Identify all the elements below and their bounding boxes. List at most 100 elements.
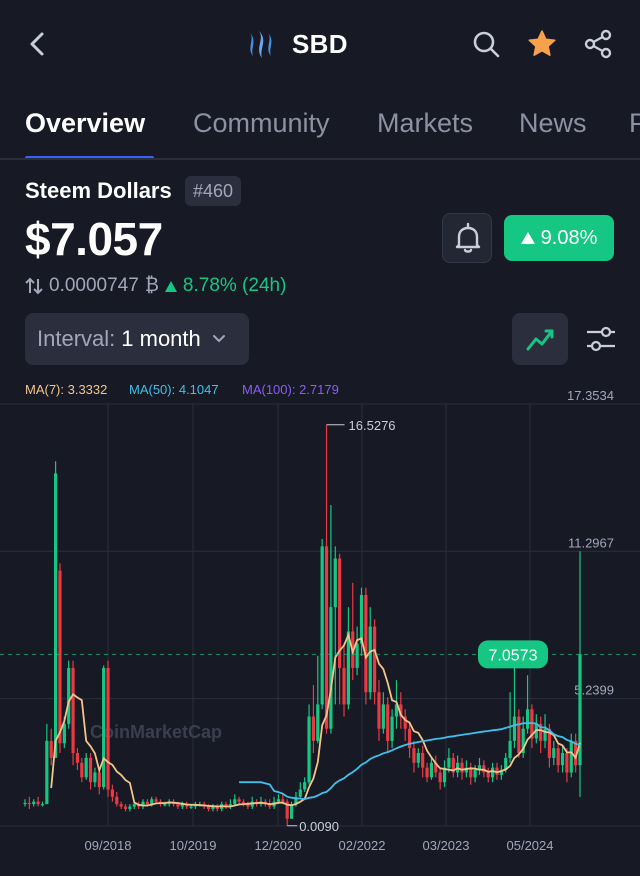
min-value-label: 0.0090 xyxy=(299,819,339,834)
search-icon[interactable] xyxy=(470,28,502,60)
candles-group xyxy=(23,424,582,826)
candle-body xyxy=(486,772,490,778)
candle-body xyxy=(407,728,412,749)
candle-body xyxy=(359,594,364,644)
candle-body xyxy=(425,767,429,778)
candle-body xyxy=(27,802,31,805)
candle-body xyxy=(32,801,36,805)
candle-body xyxy=(416,753,420,763)
line-chart-toggle[interactable] xyxy=(512,313,568,365)
chevron-left-icon[interactable] xyxy=(22,26,54,62)
candle-body xyxy=(556,748,560,766)
bell-icon xyxy=(455,222,481,253)
candle-body xyxy=(93,772,97,783)
candle-body xyxy=(233,799,237,805)
candle-body xyxy=(123,806,128,809)
candle-body xyxy=(281,799,285,802)
candle-body xyxy=(62,723,66,744)
chart-overlay: 7.0573 16.5276 0.0090 xyxy=(0,418,640,834)
triangle-up-icon xyxy=(164,280,177,292)
candle-body xyxy=(438,772,442,783)
price-alert-button[interactable] xyxy=(442,213,492,263)
candle-body xyxy=(303,782,307,790)
btc-change: 8.78% (24h) xyxy=(182,275,287,296)
tab-bar: Overview Community Markets News P xyxy=(0,96,640,160)
tab-partial[interactable]: P xyxy=(629,108,640,139)
current-price-label: 7.0573 xyxy=(489,647,538,664)
candle-body xyxy=(276,799,281,802)
tab-overview[interactable]: Overview xyxy=(25,108,145,139)
tab-news[interactable]: News xyxy=(519,108,587,139)
interval-dropdown[interactable]: Interval: 1 month xyxy=(25,313,249,365)
candle-body xyxy=(106,667,110,790)
coin-price: $7.057 xyxy=(25,213,163,265)
candle-body xyxy=(490,767,495,778)
candle-body xyxy=(386,704,390,741)
tab-markets[interactable]: Markets xyxy=(377,108,473,139)
candle-body xyxy=(128,806,132,809)
line-chart-icon xyxy=(526,329,554,351)
candle-body xyxy=(364,594,368,693)
btc-price: 0.0000747 xyxy=(49,275,139,296)
candle-body xyxy=(355,643,359,668)
candle-body xyxy=(97,772,101,788)
candle-body xyxy=(569,740,573,773)
candle-body xyxy=(110,789,115,797)
btc-price-row: 0.0000747 ₿ 8.78% (24h) xyxy=(25,273,286,299)
share-icon[interactable] xyxy=(582,28,614,60)
candle-body xyxy=(412,748,416,763)
candle-body xyxy=(342,667,346,705)
candle-body xyxy=(40,804,45,806)
candle-body xyxy=(115,796,119,805)
candle-body xyxy=(36,801,40,805)
btc-symbol: ₿ xyxy=(144,275,159,296)
candle-body xyxy=(206,806,211,809)
candle-body xyxy=(560,753,565,766)
candle-body xyxy=(45,740,49,805)
candle-body xyxy=(525,709,530,729)
coin-name: Steem Dollars xyxy=(25,178,172,203)
candle-body xyxy=(145,801,149,805)
candle-body xyxy=(71,667,75,754)
price-chart[interactable]: 17.353411.29675.239909/2018 10/2019 12/202… xyxy=(0,376,640,856)
candle-body xyxy=(298,789,302,797)
candle-body xyxy=(67,667,71,724)
y-tick-label: 11.2967 xyxy=(568,535,614,550)
candle-body xyxy=(311,716,316,741)
chart-grid: 17.353411.29675.239909/2018 10/2019 12/202… xyxy=(0,388,640,853)
candle-body xyxy=(88,757,93,783)
candle-body xyxy=(163,804,167,806)
coin-header: SBD xyxy=(244,26,348,62)
interval-label: Interval: xyxy=(37,326,116,351)
candle-body xyxy=(320,546,324,705)
candle-body xyxy=(237,799,241,802)
candle-body xyxy=(289,804,294,819)
candle-body xyxy=(132,804,136,807)
triangle-up-icon xyxy=(520,232,535,244)
x-tick-label: 12/2020 xyxy=(255,838,302,853)
active-tab-indicator xyxy=(25,156,154,158)
swap-arrows-icon xyxy=(25,277,43,295)
candle-body xyxy=(154,799,158,802)
candle-body xyxy=(58,570,62,744)
candle-body xyxy=(84,757,88,778)
candle-body xyxy=(421,753,425,768)
candle-body xyxy=(565,753,569,773)
sliders-icon[interactable] xyxy=(584,322,618,356)
candle-body xyxy=(390,716,394,741)
coin-symbol-title: SBD xyxy=(292,28,348,59)
y-tick-label: 17.3534 xyxy=(567,388,614,403)
price-change-value: 9.08% xyxy=(540,226,598,249)
interval-value: 1 month xyxy=(121,326,201,351)
star-icon[interactable] xyxy=(526,28,558,60)
tab-community[interactable]: Community xyxy=(193,108,330,139)
candle-body xyxy=(102,667,106,788)
max-value-label: 16.5276 xyxy=(349,418,396,433)
candle-body xyxy=(447,757,451,768)
candle-body xyxy=(316,704,320,741)
rank-badge: #460 xyxy=(185,176,242,206)
candle-body xyxy=(49,740,53,758)
x-tick-label: 05/2024 xyxy=(507,838,554,853)
top-bar: SBD xyxy=(0,0,640,88)
price-change-badge: 9.08% xyxy=(504,215,614,261)
